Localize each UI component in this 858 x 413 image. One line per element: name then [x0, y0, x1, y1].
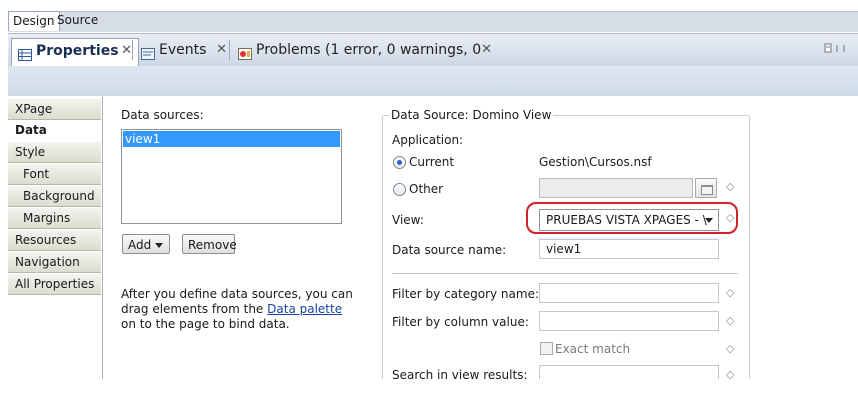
- properties-banner: [8, 66, 858, 96]
- diamond-icon[interactable]: ◇: [726, 314, 734, 327]
- list-item[interactable]: view1: [123, 131, 340, 147]
- diamond-icon[interactable]: ◇: [726, 211, 734, 224]
- properties-table-icon: [18, 45, 32, 61]
- filter-column-label: Filter by column value:: [392, 315, 529, 329]
- tab-problems[interactable]: Problems (1 error, 0 warnings, 0 oth... …: [232, 38, 498, 82]
- filter-column-field[interactable]: [539, 311, 719, 331]
- other-label: Other: [409, 182, 444, 196]
- diamond-icon[interactable]: ◇: [726, 180, 734, 193]
- help-text: After you define data sources, you can d…: [121, 287, 353, 331]
- data-sources-label: Data sources:: [121, 108, 204, 122]
- bottom-area: [0, 379, 858, 413]
- nav-item-style[interactable]: Style: [8, 142, 101, 163]
- nav-item-navigation[interactable]: Navigation: [8, 252, 101, 273]
- nav-item-resources[interactable]: Resources: [8, 230, 101, 251]
- remove-button[interactable]: Remove: [182, 234, 237, 254]
- nav-item-margins[interactable]: Margins: [8, 208, 101, 229]
- nav-item-data[interactable]: Data: [8, 120, 101, 141]
- tab-events[interactable]: Events ✕: [135, 38, 233, 62]
- group-title: Data Source: Domino View: [389, 108, 554, 122]
- filter-category-field[interactable]: [539, 283, 719, 303]
- add-button-label: Add: [128, 238, 152, 252]
- close-icon[interactable]: ✕: [121, 39, 132, 63]
- other-application-field: [539, 178, 693, 198]
- editor-tab-bar: Design Source: [0, 0, 858, 32]
- events-icon: [141, 44, 155, 60]
- data-source-name-field[interactable]: view1: [539, 239, 719, 259]
- current-application-value: Gestion\Cursos.nsf: [539, 155, 652, 169]
- problems-icon: [238, 44, 252, 60]
- folder-icon: [695, 178, 717, 198]
- close-icon[interactable]: ✕: [481, 38, 492, 62]
- view-label: View:: [392, 213, 424, 227]
- nav-item-font[interactable]: Font: [8, 164, 101, 185]
- exact-match-label: Exact match: [555, 342, 631, 356]
- divider: [392, 273, 738, 274]
- nav-item-xpage[interactable]: XPage: [8, 99, 101, 120]
- diamond-icon[interactable]: ◇: [726, 342, 734, 355]
- chevron-down-icon: [155, 243, 164, 248]
- close-icon[interactable]: ✕: [216, 38, 227, 62]
- add-button[interactable]: Add: [122, 234, 170, 254]
- tab-source[interactable]: Source: [53, 11, 102, 30]
- data-palette-link[interactable]: Data palette: [267, 302, 342, 316]
- diamond-icon[interactable]: ◇: [726, 286, 734, 299]
- exact-match-checkbox[interactable]: [540, 342, 553, 355]
- filter-category-label: Filter by category name:: [392, 287, 539, 301]
- view-tab-bar: Properties ✕ Events ✕ Problems (1 error,…: [8, 33, 858, 82]
- current-radio[interactable]: [393, 156, 406, 169]
- nav-item-background[interactable]: Background: [8, 186, 101, 207]
- properties-nav: XPage Data Style Font Background Margins…: [8, 97, 103, 379]
- data-source-name-label: Data source name:: [392, 243, 507, 257]
- annotation-highlight: [526, 202, 738, 234]
- tab-properties[interactable]: Properties ✕: [11, 38, 139, 66]
- nav-item-all-properties[interactable]: All Properties: [8, 274, 101, 295]
- application-label: Application:: [392, 133, 464, 147]
- view-menu-icon[interactable]: [824, 42, 850, 57]
- other-radio[interactable]: [393, 183, 406, 196]
- tab-properties-label: Properties: [36, 43, 119, 59]
- current-label: Current: [409, 155, 455, 169]
- tab-events-label: Events: [159, 42, 207, 58]
- data-sources-list[interactable]: view1: [121, 129, 342, 224]
